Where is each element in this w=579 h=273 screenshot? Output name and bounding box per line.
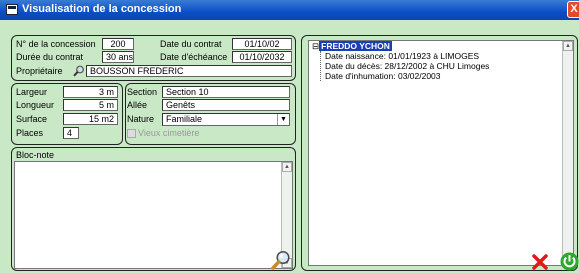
window-close-button[interactable]: X <box>567 1 579 18</box>
tree-scroll-up-arrow-icon[interactable]: ▲ <box>563 41 573 51</box>
vieux-cimetiere-checkbox[interactable] <box>127 129 136 138</box>
bloc-note-textarea[interactable]: ▲ ▼ <box>14 161 293 269</box>
nature-label: Nature <box>127 114 155 124</box>
largeur-label: Largeur <box>16 87 48 97</box>
dropdown-arrow-icon[interactable]: ▼ <box>277 114 289 125</box>
bloc-note-label: Bloc-note <box>16 150 55 160</box>
surface-label: Surface <box>16 114 48 124</box>
tree-root-label[interactable]: FREDDO YCHON <box>319 41 392 51</box>
window-title: Visualisation de la concession <box>22 3 182 15</box>
numero-field[interactable]: 200 <box>102 38 134 50</box>
longueur-label: Longueur <box>16 100 55 110</box>
tree-item-naissance[interactable]: Date naissance: 01/01/1923 à LIMOGES <box>325 52 479 61</box>
scroll-up-arrow-icon[interactable]: ▲ <box>282 162 292 172</box>
tree-item-inhumation[interactable]: Date d'inhumation: 03/02/2003 <box>325 72 441 81</box>
surface-field[interactable]: 15 m2 <box>63 113 118 125</box>
allee-field[interactable]: Genêts <box>162 99 290 111</box>
power-icon[interactable] <box>560 252 579 271</box>
numero-label: N° de la concession <box>16 39 96 49</box>
nature-value: Familiale <box>166 114 203 124</box>
tree-branch-line <box>320 51 321 81</box>
tree-view[interactable]: ⊟ FREDDO YCHON Date naissance: 01/01/1923… <box>308 40 574 266</box>
duree-field[interactable]: 30 ans <box>102 51 134 63</box>
nature-select[interactable]: Familiale ▼ <box>162 113 290 126</box>
largeur-field[interactable]: 3 m <box>63 86 118 98</box>
allee-label: Allée <box>127 100 148 110</box>
date-echeance-label: Date d'échéance <box>160 52 228 62</box>
tree-scrollbar[interactable]: ▲ ▼ <box>562 41 573 265</box>
places-field[interactable]: 4 <box>63 127 79 139</box>
owner-search-icon[interactable] <box>73 65 85 77</box>
tree-item-deces[interactable]: Date du décès: 28/12/2002 à CHU Limoges <box>325 62 489 71</box>
date-contrat-label: Date du contrat <box>160 39 222 49</box>
proprietaire-label: Propriétaire <box>16 66 63 76</box>
section-label: Section <box>127 87 158 97</box>
cancel-icon[interactable] <box>532 254 548 270</box>
window-icon <box>6 4 18 15</box>
date-echeance-field[interactable]: 01/10/2032 <box>232 51 292 63</box>
tree-root[interactable]: ⊟ FREDDO YCHON <box>312 41 392 51</box>
date-contrat-field[interactable]: 01/10/02 <box>232 38 292 50</box>
magnifier-icon[interactable] <box>271 250 291 270</box>
proprietaire-field[interactable]: BOUSSON FREDERIC <box>86 65 292 77</box>
vieux-cimetiere-label: Vieux cimetière <box>138 128 200 138</box>
longueur-field[interactable]: 5 m <box>63 99 118 111</box>
places-label: Places <box>16 128 44 138</box>
duree-label: Durée du contrat <box>16 52 84 62</box>
section-field[interactable]: Section 10 <box>162 86 290 98</box>
